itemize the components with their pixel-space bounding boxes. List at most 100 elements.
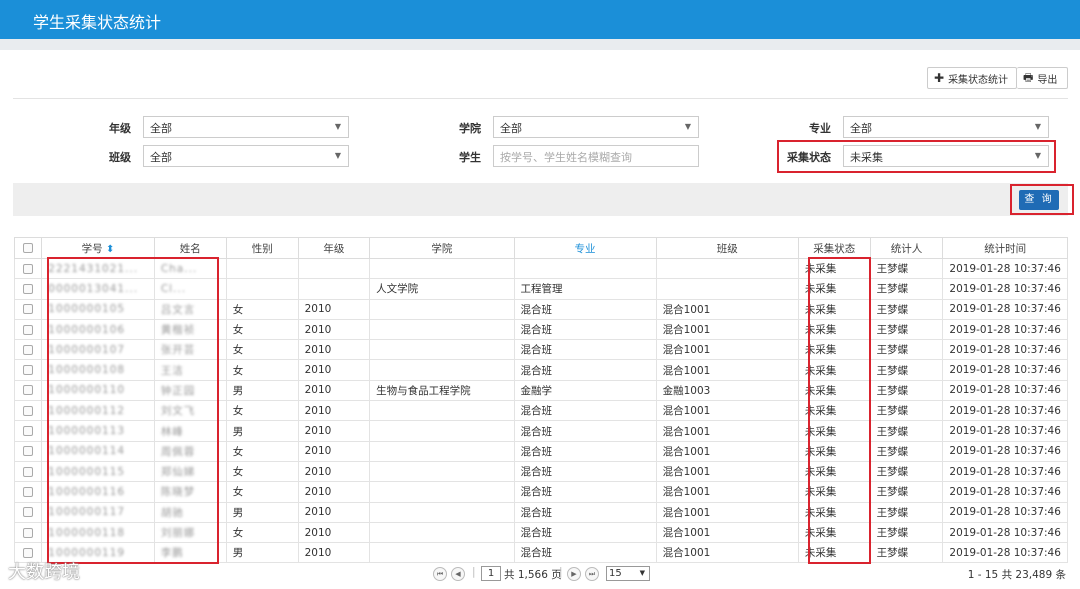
cell-counter: 王梦蝶 — [869, 460, 944, 483]
pager-divider: | — [472, 566, 476, 578]
cell-class: 混合1001 — [655, 460, 799, 483]
cell-grade: 2010 — [297, 501, 371, 523]
row-checkbox[interactable] — [13, 521, 43, 544]
cell-gender: 女 — [225, 318, 299, 341]
row-checkbox[interactable] — [13, 359, 43, 381]
first-page-icon[interactable]: ⏮ — [433, 567, 447, 581]
cell-class: 混合1001 — [655, 298, 799, 320]
cell-gender: 女 — [225, 298, 299, 320]
major-label: 专业 — [809, 122, 831, 135]
row-checkbox[interactable] — [13, 420, 43, 442]
row-checkbox[interactable] — [13, 481, 43, 503]
plus-icon: ✚ — [934, 71, 945, 85]
cell-college — [369, 359, 515, 381]
export-button[interactable]: 🖶 导出 — [1017, 67, 1068, 89]
cell-class: 混合1001 — [655, 359, 799, 381]
cell-major: 混合班 — [513, 542, 657, 564]
row-checkbox[interactable] — [13, 460, 43, 483]
cell-gender: 女 — [225, 359, 299, 381]
col-header-time: 统计时间 — [942, 237, 1068, 259]
cell-major: 工程管理 — [513, 278, 657, 300]
cell-gender — [225, 278, 299, 300]
cell-class: 金融1003 — [655, 379, 799, 402]
cell-time: 2019-01-28 10:37:46 — [942, 501, 1068, 523]
cell-college: 人文学院 — [369, 278, 515, 300]
cell-counter: 王梦蝶 — [869, 420, 944, 442]
cell-college — [369, 420, 515, 442]
cell-time: 2019-01-28 10:37:46 — [942, 339, 1068, 361]
cell-counter: 王梦蝶 — [869, 481, 944, 503]
cell-time: 2019-01-28 10:37:46 — [942, 440, 1068, 462]
cell-time: 2019-01-28 10:37:46 — [942, 542, 1068, 564]
cell-class: 混合1001 — [655, 501, 799, 523]
cell-grade: 2010 — [297, 420, 371, 442]
cell-class — [655, 257, 799, 280]
row-checkbox[interactable] — [13, 400, 43, 422]
cell-counter: 王梦蝶 — [869, 318, 944, 341]
cell-time: 2019-01-28 10:37:46 — [942, 521, 1068, 544]
grade-select[interactable]: 全部 ▼ — [143, 116, 349, 138]
cell-college — [369, 318, 515, 341]
cell-class: 混合1001 — [655, 521, 799, 544]
sort-icon[interactable]: ⬍ — [106, 244, 114, 255]
prev-page-icon[interactable]: ◀ — [451, 567, 465, 581]
row-checkbox[interactable] — [13, 501, 43, 523]
cell-major: 混合班 — [513, 339, 657, 361]
cell-counter: 王梦蝶 — [869, 278, 944, 300]
cell-major: 混合班 — [513, 501, 657, 523]
grade-label: 年级 — [109, 122, 131, 135]
cell-time: 2019-01-28 10:37:46 — [942, 298, 1068, 320]
cell-major: 金融学 — [513, 379, 657, 402]
page-size-select[interactable]: 15 ▼ — [606, 566, 650, 581]
last-page-icon[interactable]: ⏭ — [585, 567, 599, 581]
cell-grade: 2010 — [297, 460, 371, 483]
select-all-checkbox[interactable] — [13, 237, 43, 259]
cell-counter: 王梦蝶 — [869, 400, 944, 422]
col-header-gender: 性别 — [225, 237, 299, 259]
status-stat-button[interactable]: ✚ 采集状态统计 — [927, 67, 1017, 89]
college-label: 学院 — [459, 122, 481, 135]
pager: ⏮ ◀ | 1 共 1,566 页 | ▶ ⏭ 15 ▼ 1 - 15 共 23… — [14, 563, 1068, 585]
row-checkbox[interactable] — [13, 339, 43, 361]
grade-select-value: 全部 — [150, 122, 172, 135]
cell-grade — [297, 257, 371, 280]
cell-major: 混合班 — [513, 318, 657, 341]
college-select-value: 全部 — [500, 122, 522, 135]
cell-college — [369, 521, 515, 544]
cell-college — [369, 400, 515, 422]
class-select[interactable]: 全部 ▼ — [143, 145, 349, 167]
row-checkbox[interactable] — [13, 278, 43, 300]
row-checkbox[interactable] — [13, 318, 43, 341]
row-checkbox[interactable] — [13, 257, 43, 280]
row-checkbox[interactable] — [13, 298, 43, 320]
cell-grade: 2010 — [297, 359, 371, 381]
row-checkbox[interactable] — [13, 379, 43, 402]
cell-counter: 王梦蝶 — [869, 257, 944, 280]
row-checkbox[interactable] — [13, 440, 43, 462]
college-select[interactable]: 全部 ▼ — [493, 116, 699, 138]
cell-counter: 王梦蝶 — [869, 440, 944, 462]
cell-time: 2019-01-28 10:37:46 — [942, 257, 1068, 280]
next-page-icon[interactable]: ▶ — [567, 567, 581, 581]
student-search-input[interactable]: 按学号、学生姓名模糊查询 — [493, 145, 699, 167]
col-header-name: 姓名 — [153, 237, 227, 259]
cell-gender: 女 — [225, 460, 299, 483]
class-label: 班级 — [109, 151, 131, 164]
cell-counter: 王梦蝶 — [869, 298, 944, 320]
cell-grade: 2010 — [297, 521, 371, 544]
caret-down-icon: ▼ — [639, 569, 645, 577]
col-header-class: 班级 — [655, 237, 799, 259]
cell-grade: 2010 — [297, 400, 371, 422]
cell-class: 混合1001 — [655, 542, 799, 564]
major-select[interactable]: 全部 ▼ — [843, 116, 1049, 138]
cell-time: 2019-01-28 10:37:46 — [942, 400, 1068, 422]
cell-counter: 王梦蝶 — [869, 359, 944, 381]
cell-counter: 王梦蝶 — [869, 542, 944, 564]
total-pages-text: 共 1,566 页 — [504, 569, 562, 581]
col-header-major: 专业 — [513, 237, 657, 259]
page-number-input[interactable]: 1 — [481, 566, 501, 581]
cell-grade — [297, 278, 371, 300]
col-header-id[interactable]: 学号 ⬍ — [41, 237, 155, 259]
cell-gender: 女 — [225, 339, 299, 361]
page-size-value: 15 — [609, 568, 622, 579]
